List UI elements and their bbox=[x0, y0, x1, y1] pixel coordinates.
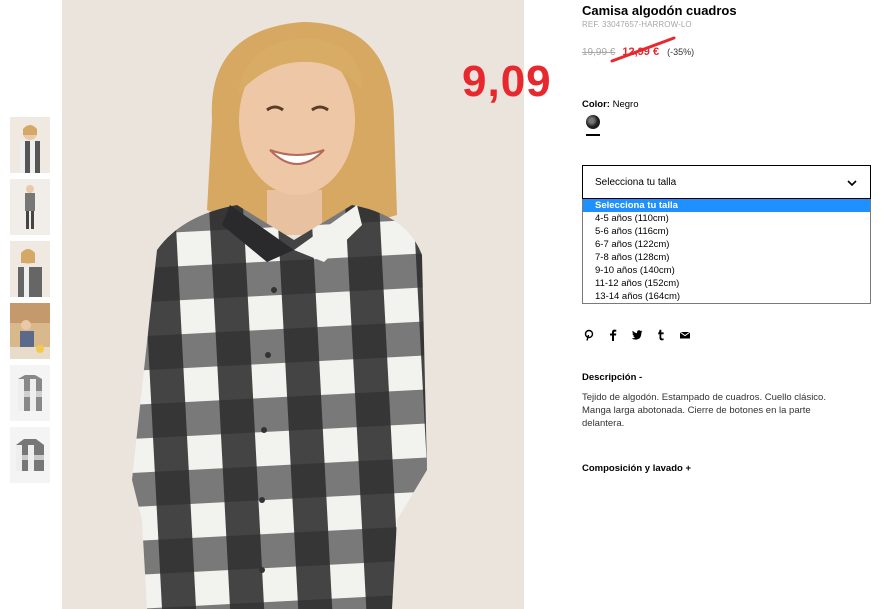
description-text: Tejido de algodón. Estampado de cuadros.… bbox=[582, 392, 826, 429]
size-option[interactable]: 5-6 años (116cm) bbox=[583, 225, 870, 238]
thumbnail-3[interactable] bbox=[10, 241, 50, 297]
size-option[interactable]: Selecciona tu talla bbox=[583, 199, 870, 212]
product-reference: REF. 33047657-HARROW-LO bbox=[582, 20, 692, 29]
size-option[interactable]: 7-8 años (128cm) bbox=[583, 251, 870, 264]
thumbnail-5[interactable] bbox=[10, 365, 50, 421]
color-label-key: Color: bbox=[582, 99, 610, 110]
size-option[interactable]: 13-14 años (164cm) bbox=[583, 290, 870, 303]
pinterest-icon[interactable] bbox=[582, 329, 596, 343]
price-annotation: 9,09 bbox=[462, 57, 552, 106]
share-bar bbox=[582, 329, 692, 343]
thumbnail-6[interactable] bbox=[10, 427, 50, 483]
composition-toggle[interactable]: Composición y lavado + bbox=[582, 463, 691, 474]
size-option[interactable]: 6-7 años (122cm) bbox=[583, 238, 870, 251]
size-option[interactable]: 11-12 años (152cm) bbox=[583, 277, 870, 290]
selected-swatch-underline bbox=[586, 134, 600, 136]
email-icon[interactable] bbox=[678, 329, 692, 343]
chevron-down-icon bbox=[847, 180, 857, 187]
size-dropdown-list: Selecciona tu talla 4-5 años (110cm) 5-6… bbox=[582, 199, 871, 304]
color-swatch-black[interactable] bbox=[586, 115, 600, 129]
size-select[interactable]: Selecciona tu talla bbox=[582, 165, 871, 199]
twitter-icon[interactable] bbox=[630, 329, 644, 343]
color-label: Color: Negro bbox=[582, 99, 638, 110]
size-select-label: Selecciona tu talla bbox=[595, 177, 677, 188]
price-scribble-strike bbox=[610, 36, 676, 63]
size-option[interactable]: 4-5 años (110cm) bbox=[583, 212, 870, 225]
thumbnail-gallery bbox=[10, 117, 50, 489]
tumblr-icon[interactable] bbox=[654, 329, 668, 343]
product-photo bbox=[62, 0, 524, 609]
size-option[interactable]: 9-10 años (140cm) bbox=[583, 264, 870, 277]
color-label-value: Negro bbox=[612, 99, 639, 110]
product-main-image[interactable] bbox=[62, 0, 524, 609]
description-toggle[interactable]: Descripción - bbox=[582, 372, 642, 383]
thumbnail-1[interactable] bbox=[10, 117, 50, 173]
thumbnail-2[interactable] bbox=[10, 179, 50, 235]
product-title: Camisa algodón cuadros bbox=[582, 3, 737, 18]
thumbnail-4[interactable] bbox=[10, 303, 50, 359]
facebook-icon[interactable] bbox=[606, 329, 620, 343]
